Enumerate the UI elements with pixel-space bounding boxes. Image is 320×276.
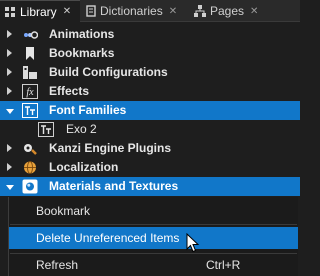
tree-item-effects[interactable]: fx Effects	[0, 82, 300, 101]
expand-arrow-icon[interactable]	[7, 87, 12, 95]
tree-item-label: Animations	[49, 27, 115, 41]
effects-icon: fx	[22, 84, 38, 99]
materials-textures-icon	[22, 179, 38, 194]
tree-item-label: Exo 2	[66, 122, 97, 136]
plugins-icon	[24, 144, 37, 155]
tree-item-build-configurations[interactable]: Build Configurations	[0, 63, 300, 82]
collapse-arrow-icon[interactable]	[6, 109, 14, 114]
menu-item-bookmark[interactable]: Bookmark	[9, 200, 298, 222]
expand-arrow-icon[interactable]	[7, 49, 12, 57]
tab-pages[interactable]: Pages ✕	[190, 0, 270, 22]
pages-icon	[194, 5, 206, 17]
tree-item-bookmarks[interactable]: Bookmarks	[0, 44, 300, 63]
tab-label: Dictionaries	[100, 4, 163, 18]
tree-item-label: Bookmarks	[49, 46, 115, 60]
tree-item-localization[interactable]: Localization	[0, 158, 300, 177]
menu-item-label: Bookmark	[36, 204, 91, 218]
library-icon	[5, 6, 15, 17]
tree-item-label: Kanzi Engine Plugins	[49, 141, 172, 155]
font-icon	[38, 122, 54, 137]
menu-item-delete-unreferenced-items[interactable]: Delete Unreferenced Items	[9, 227, 298, 249]
tab-label: Library	[20, 4, 57, 19]
mouse-cursor-icon	[186, 233, 200, 253]
tree-item-label: Materials and Textures	[49, 179, 179, 193]
tree-item-label: Localization	[49, 160, 119, 174]
menu-item-shortcut: Ctrl+R	[206, 258, 241, 272]
menu-item-label: Delete Unreferenced Items	[36, 231, 180, 245]
menu-separator	[10, 224, 297, 225]
close-icon[interactable]: ✕	[169, 6, 177, 17]
expand-arrow-icon[interactable]	[7, 30, 12, 38]
tree-item-label: Build Configurations	[49, 65, 168, 79]
close-icon[interactable]: ✕	[250, 6, 258, 17]
tree-item-exo-2[interactable]: Exo 2	[0, 120, 300, 139]
effects-icon-text: fx	[26, 87, 34, 98]
collapse-arrow-icon[interactable]	[6, 185, 14, 190]
tree-item-kanzi-engine-plugins[interactable]: Kanzi Engine Plugins	[0, 139, 300, 158]
tree-item-materials-and-textures[interactable]: Materials and Textures	[0, 177, 300, 196]
tree-item-animations[interactable]: Animations	[0, 25, 300, 44]
menu-item-refresh[interactable]: Refresh Ctrl+R	[9, 254, 298, 276]
expand-arrow-icon[interactable]	[7, 163, 12, 171]
bookmarks-icon	[26, 47, 34, 60]
menu-item-label: Refresh	[36, 258, 79, 272]
expand-arrow-icon[interactable]	[7, 144, 12, 152]
close-icon[interactable]: ✕	[63, 6, 71, 17]
dictionary-icon	[86, 5, 96, 17]
tab-dictionaries[interactable]: Dictionaries ✕	[82, 0, 186, 22]
context-menu: Bookmark Delete Unreferenced Items Refre…	[8, 197, 298, 276]
expand-arrow-icon[interactable]	[7, 68, 12, 76]
font-families-icon	[22, 103, 38, 118]
tree-item-font-families[interactable]: Font Families	[0, 101, 300, 120]
tab-library[interactable]: Library ✕	[0, 0, 80, 22]
tree-item-label: Font Families	[49, 103, 127, 117]
tree-item-label: Effects	[49, 84, 90, 98]
panel-tab-bar: Library ✕ Dictionaries ✕ Pages ✕	[0, 0, 300, 22]
build-configurations-icon	[23, 66, 37, 79]
tab-label: Pages	[210, 4, 245, 18]
localization-icon	[24, 161, 36, 174]
animations-icon	[24, 31, 38, 39]
